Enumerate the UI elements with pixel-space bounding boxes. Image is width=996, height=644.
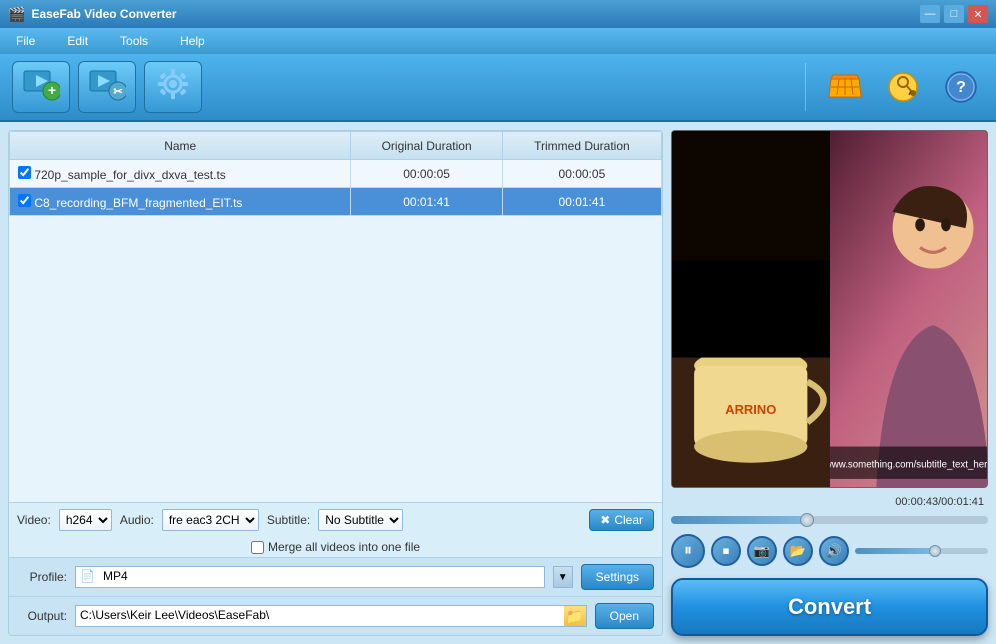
audio-select[interactable]: fre eac3 2CH	[162, 509, 259, 531]
profile-file-icon: 📄	[76, 567, 99, 587]
profile-input-wrapper: 📄 MP4	[75, 566, 545, 588]
time-display: 00:00:43/00:01:41	[671, 494, 988, 510]
clear-button[interactable]: ✖ Clear	[589, 509, 654, 531]
preview-panel: ARRINO	[671, 130, 988, 636]
file-checkbox-0[interactable]	[18, 166, 31, 179]
file-panel: Name Original Duration Trimmed Duration …	[8, 130, 663, 636]
snapshot-icon: 📷	[754, 543, 770, 559]
volume-icon: 🔊	[826, 543, 842, 559]
main-area: Name Original Duration Trimmed Duration …	[0, 122, 996, 644]
col-trimmed-duration: Trimmed Duration	[502, 132, 661, 160]
file-list-content: Name Original Duration Trimmed Duration …	[9, 131, 662, 502]
subtitle-select[interactable]: No Subtitle	[318, 509, 403, 531]
output-row: Output: C:\Users\Keir Lee\Videos\EaseFab…	[9, 596, 662, 635]
output-label: Output:	[17, 609, 67, 623]
add-video-icon: +	[22, 65, 60, 110]
window-controls: — □ ✕	[920, 5, 988, 23]
stop-icon: ⏹	[723, 543, 730, 559]
volume-slider[interactable]	[855, 548, 988, 554]
shop-button[interactable]	[822, 64, 868, 110]
toolbar-right: ?	[801, 63, 984, 111]
profile-label: Profile:	[17, 570, 67, 584]
output-path: C:\Users\Keir Lee\Videos\EaseFab\	[76, 606, 564, 626]
svg-text:ARRINO: ARRINO	[725, 402, 776, 417]
svg-text:www.something.com/subtitle_tex: www.something.com/subtitle_text_here	[830, 460, 988, 471]
menu-help[interactable]: Help	[172, 32, 213, 50]
merge-row: Merge all videos into one file	[9, 537, 662, 557]
playback-controls: ⏸ ⏹ 📷 📂 🔊	[671, 530, 988, 572]
register-button[interactable]	[880, 64, 926, 110]
output-input-wrapper: C:\Users\Keir Lee\Videos\EaseFab\ 📁	[75, 605, 587, 627]
title-bar: 🎬 EaseFab Video Converter — □ ✕	[0, 0, 996, 28]
table-row[interactable]: 720p_sample_for_divx_dxva_test.ts00:00:0…	[10, 160, 662, 188]
menu-bar: File Edit Tools Help	[0, 28, 996, 54]
open-folder-button[interactable]: 📂	[783, 536, 813, 566]
settings-button[interactable]: Settings	[581, 564, 654, 590]
progress-thumb[interactable]	[800, 513, 814, 527]
time-value: 00:00:43/00:01:41	[895, 496, 984, 508]
pause-button[interactable]: ⏸	[671, 534, 705, 568]
col-original-duration: Original Duration	[351, 132, 502, 160]
volume-thumb[interactable]	[929, 545, 941, 557]
app-icon: 🎬	[8, 6, 25, 23]
edit-video-icon: ✂	[88, 65, 126, 110]
svg-text:+: +	[48, 82, 56, 98]
open-button[interactable]: Open	[595, 603, 654, 629]
volume-fill	[855, 548, 935, 554]
video-label: Video:	[17, 513, 51, 527]
svg-text:✂: ✂	[113, 86, 122, 98]
table-row[interactable]: C8_recording_BFM_fragmented_EIT.ts00:01:…	[10, 188, 662, 216]
app-title: EaseFab Video Converter	[31, 7, 176, 21]
progress-fill	[671, 516, 807, 524]
convert-button[interactable]: Convert	[671, 578, 988, 636]
minimize-button[interactable]: —	[920, 5, 940, 23]
col-name: Name	[10, 132, 351, 160]
va-controls: Video: h264 Audio: fre eac3 2CH Subtitle…	[9, 502, 662, 537]
merge-checkbox[interactable]	[251, 541, 264, 554]
clear-label: Clear	[614, 513, 643, 527]
close-button[interactable]: ✕	[968, 5, 988, 23]
settings-tool-button[interactable]	[144, 61, 202, 113]
video-left-frame: ARRINO	[672, 131, 830, 487]
video-content: ARRINO	[672, 131, 987, 487]
stop-button[interactable]: ⏹	[711, 536, 741, 566]
clear-icon: ✖	[600, 513, 610, 527]
gear-icon	[154, 65, 192, 110]
subtitle-label: Subtitle:	[267, 513, 310, 527]
video-select[interactable]: h264	[59, 509, 112, 531]
merge-label[interactable]: Merge all videos into one file	[251, 540, 420, 554]
video-right-frame: www.something.com/subtitle_text_here	[830, 131, 988, 487]
file-checkbox-1[interactable]	[18, 194, 31, 207]
profile-row: Profile: 📄 MP4 ▼ Settings	[9, 557, 662, 596]
maximize-button[interactable]: □	[944, 5, 964, 23]
menu-file[interactable]: File	[8, 32, 43, 50]
video-preview: ARRINO	[671, 130, 988, 488]
snapshot-button[interactable]: 📷	[747, 536, 777, 566]
menu-edit[interactable]: Edit	[59, 32, 96, 50]
add-video-button[interactable]: +	[12, 61, 70, 113]
profile-dropdown-button[interactable]: ▼	[553, 566, 573, 588]
toolbar: + ✂	[0, 54, 996, 122]
audio-label: Audio:	[120, 513, 154, 527]
folder-icon: 📂	[790, 543, 806, 559]
edit-video-button[interactable]: ✂	[78, 61, 136, 113]
help-button[interactable]: ?	[938, 64, 984, 110]
file-table: Name Original Duration Trimmed Duration …	[9, 131, 662, 216]
menu-tools[interactable]: Tools	[112, 32, 156, 50]
volume-button[interactable]: 🔊	[819, 536, 849, 566]
pause-icon: ⏸	[684, 542, 692, 560]
progress-bar[interactable]	[671, 516, 988, 524]
output-folder-icon[interactable]: 📁	[564, 606, 586, 626]
profile-value: MP4	[99, 567, 544, 587]
svg-text:?: ?	[956, 79, 966, 96]
